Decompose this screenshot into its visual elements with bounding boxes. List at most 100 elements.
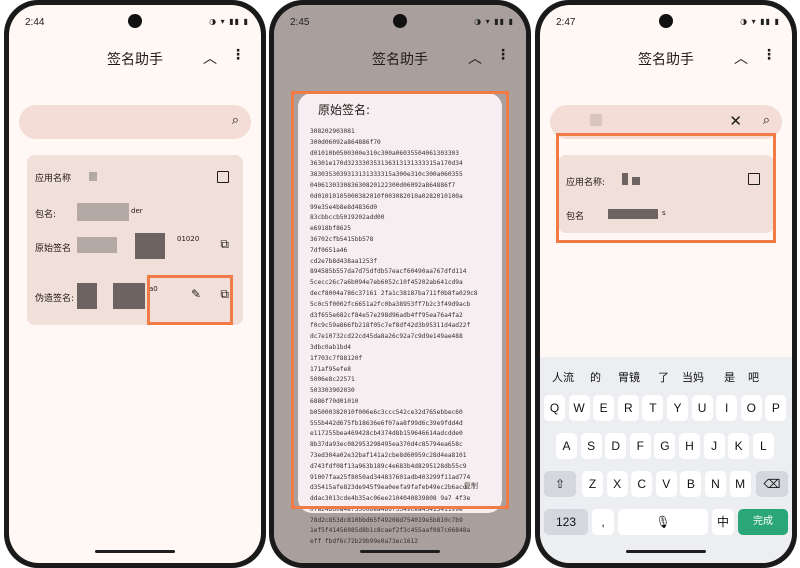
key-h[interactable]: H [679,433,700,459]
redacted-original-sig [77,237,117,253]
shift-icon[interactable]: ⇧ [544,471,576,497]
more-vert-icon[interactable]: ⋮ [762,47,776,63]
status-bar: 2:47 ◑ ▾ ▮▮ ▮ [540,5,792,39]
backspace-icon[interactable]: ⌫ [756,471,788,497]
candidate-word[interactable]: 了 [658,369,669,385]
key-123[interactable]: 123 [544,509,588,535]
status-time: 2:45 [290,17,310,28]
camera-cutout [393,14,407,28]
app-screen-3: 2:47 ◑ ▾ ▮▮ ▮ 签名助手 ︿ ⋮ ✕ ⌕ 应用名称: 包名 s 人流… [540,5,792,563]
top-app-bar: 签名助手 ︿ ⋮ [274,41,526,75]
original-signature-tail: 01020 [177,235,200,243]
app-screen-2: 2:45 ◑ ▾ ▮▮ ▮ 签名助手 ︿ ⋮ 原始签名: 30820290308… [274,5,526,563]
key-o[interactable]: O [740,395,762,421]
app-screen-1: 2:44 ◑ ▾ ▮▮ ▮ 签名助手 ︿ ⋮ ⌕ 应用名称 包名: der 原始… [9,5,261,563]
key-t[interactable]: T [642,395,664,421]
top-app-bar: 签名助手 ︿ ⋮ [9,41,261,75]
highlight-frame [556,133,776,243]
key-x[interactable]: X [606,471,628,497]
key-comma[interactable]: , [592,509,614,535]
key-q[interactable]: Q [544,395,565,421]
top-app-bar: 签名助手 ︿ ⋮ [540,41,792,75]
status-icons: ◑ ▾ ▮▮ ▮ [740,17,780,26]
search-icon[interactable]: ⌕ [232,113,239,128]
highlight-frame [291,91,509,509]
key-lang-switch[interactable]: 中 [712,509,734,535]
candidate-word[interactable]: 是 [724,369,735,385]
chevron-up-icon[interactable]: ︿ [734,48,748,68]
key-n[interactable]: N [705,471,726,497]
more-vert-icon[interactable]: ⋮ [231,47,245,63]
key-m[interactable]: M [729,471,751,497]
candidate-word[interactable]: 人流 [552,369,574,385]
status-time: 2:47 [556,17,576,28]
signature-line: 78d2c853dc810bbd65f49208d754019e5b810c7b… [310,516,463,524]
key-p[interactable]: P [765,395,787,421]
package-suffix: der [131,207,143,215]
key-b[interactable]: B [680,471,702,497]
redacted-original-sig [135,233,165,259]
key-w[interactable]: W [568,395,590,421]
key-e[interactable]: E [593,395,615,421]
camera-cutout [659,14,673,28]
candidate-word[interactable]: 当妈 [682,369,704,385]
redacted-fake-sig [77,283,97,309]
key-a[interactable]: A [556,433,577,459]
key-l[interactable]: L [752,433,774,459]
app-title: 签名助手 [372,52,428,68]
gesture-nav-bar [95,550,175,553]
key-u[interactable]: U [691,395,713,421]
copy-icon[interactable]: ⧉ [220,237,229,252]
key-i[interactable]: I [716,395,738,421]
chevron-up-icon: ︿ [468,51,482,67]
gesture-nav-bar [626,550,706,553]
key-k[interactable]: K [728,433,750,459]
label-app-name: 应用名称 [35,174,72,184]
key-j[interactable]: J [703,433,725,459]
key-s[interactable]: S [580,433,602,459]
candidate-word[interactable]: 胃镜 [618,369,640,385]
key-y[interactable]: Y [667,395,688,421]
screenshot-collage: 2:44 ◑ ▾ ▮▮ ▮ 签名助手 ︿ ⋮ ⌕ 应用名称 包名: der 原始… [0,0,800,568]
search-icon[interactable]: ⌕ [763,113,770,128]
camera-cutout [128,14,142,28]
redacted-app-name [89,172,97,181]
candidate-bar: 人流 的 胃镜 了 当妈 是 吧 [540,369,792,389]
status-icons: ◑ ▾ ▮▮ ▮ [474,17,514,26]
redacted-fake-sig [113,283,145,309]
key-r[interactable]: R [617,395,639,421]
status-bar: 2:45 ◑ ▾ ▮▮ ▮ [274,5,526,39]
key-z[interactable]: Z [582,471,603,497]
soft-keyboard: 人流 的 胃镜 了 当妈 是 吧 Q W E R T Y U I O P A S D F G H J K L ⇧ Z X C… [540,357,792,563]
label-original-signature: 原始签名 [35,244,72,254]
app-title: 签名助手 [107,52,163,68]
key-v[interactable]: V [655,471,677,497]
label-package: 包名: [35,210,57,220]
key-done[interactable]: 完成 [738,509,788,535]
key-f[interactable]: F [629,433,651,459]
label-fake-signature: 伪造签名: [35,294,75,304]
phone-frame-1: 2:44 ◑ ▾ ▮▮ ▮ 签名助手 ︿ ⋮ ⌕ 应用名称 包名: der 原始… [4,0,266,568]
more-vert-icon: ⋮ [496,47,510,63]
signature-line: 1ef5f41456985d8b1c8caef2f3c455aaf087c668… [310,527,471,535]
key-d[interactable]: D [605,433,627,459]
redacted-search-query [590,114,602,126]
close-icon[interactable]: ✕ [729,112,742,130]
app-title: 签名助手 [638,52,694,68]
status-time: 2:44 [25,17,45,28]
key-c[interactable]: C [631,471,653,497]
candidate-word[interactable]: 吧 [748,369,759,385]
phone-frame-3: 2:47 ◑ ▾ ▮▮ ▮ 签名助手 ︿ ⋮ ✕ ⌕ 应用名称: 包名 s 人流… [535,0,797,568]
checkbox-icon[interactable] [217,171,229,183]
candidate-word[interactable]: 的 [590,369,601,385]
phone-frame-2: 2:45 ◑ ▾ ▮▮ ▮ 签名助手 ︿ ⋮ 原始签名: 30820290308… [269,0,531,568]
signature-line: eff fbdf6c72b29b99e0a73ec1612 [310,538,419,546]
key-g[interactable]: G [654,433,676,459]
chevron-up-icon[interactable]: ︿ [203,48,217,68]
gesture-nav-bar [360,550,440,553]
highlight-frame [147,275,233,325]
redacted-package [77,203,129,221]
status-icons: ◑ ▾ ▮▮ ▮ [209,17,249,26]
search-bar[interactable]: ⌕ [19,105,251,139]
mic-icon[interactable]: 🎙 [618,509,708,535]
